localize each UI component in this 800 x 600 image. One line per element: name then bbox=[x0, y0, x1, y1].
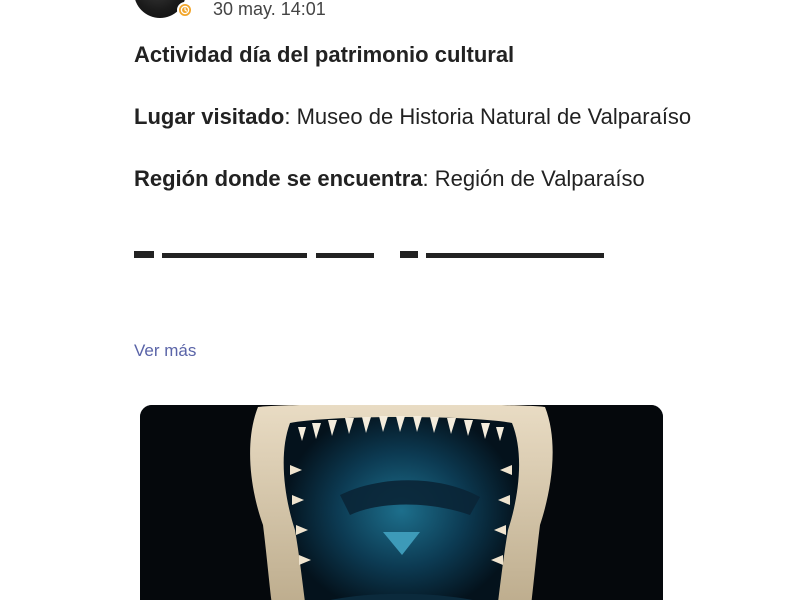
field-label: Lugar visitado bbox=[134, 104, 285, 129]
shark-jaw-image bbox=[140, 405, 663, 600]
field-label: Región donde se encuentra bbox=[134, 166, 423, 191]
post-photo[interactable] bbox=[140, 405, 663, 600]
field-truncated bbox=[134, 224, 694, 268]
post-title: Actividad día del patrimonio cultural bbox=[134, 42, 515, 67]
truncated-text-line bbox=[134, 251, 604, 258]
clock-badge-icon bbox=[177, 2, 193, 18]
field-value: Región de Valparaíso bbox=[434, 166, 645, 191]
field-visited-place: Lugar visitado: Museo de Historia Natura… bbox=[134, 100, 694, 134]
field-region: Región donde se encuentra: Región de Val… bbox=[134, 162, 694, 196]
post-card: 30 may. 14:01 Actividad día del patrimon… bbox=[0, 0, 800, 600]
field-value: Museo de Historia Natural de Valparaíso bbox=[296, 104, 692, 129]
post-timestamp: 30 may. 14:01 bbox=[213, 0, 326, 19]
post-body: Actividad día del patrimonio cultural Lu… bbox=[134, 38, 694, 311]
see-more-link[interactable]: Ver más bbox=[134, 338, 196, 364]
field-separator: : bbox=[284, 104, 297, 129]
field-separator: : bbox=[422, 166, 435, 191]
